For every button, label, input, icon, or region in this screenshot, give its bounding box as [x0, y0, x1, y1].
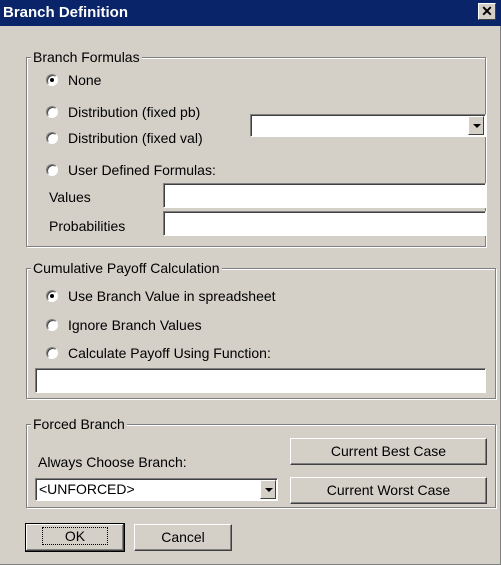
radio-calculate-payoff-label: Calculate Payoff Using Function: [68, 345, 271, 361]
probabilities-input[interactable] [163, 211, 486, 236]
branch-definition-dialog: Branch Definition ✕ Branch Formulas None… [0, 0, 501, 565]
radio-user-defined-formulas[interactable]: User Defined Formulas: [46, 161, 216, 179]
cancel-button[interactable]: Cancel [134, 524, 232, 551]
distribution-combo[interactable] [250, 114, 486, 137]
chevron-down-icon[interactable] [468, 116, 484, 135]
radio-distribution-fixed-pb-indicator[interactable] [46, 106, 58, 118]
radio-user-defined-indicator[interactable] [46, 164, 58, 176]
radio-none[interactable]: None [46, 71, 101, 89]
radio-distribution-fixed-val-label: Distribution (fixed val) [68, 130, 203, 146]
radio-distribution-fixed-pb-label: Distribution (fixed pb) [68, 104, 201, 120]
radio-ignore-branch-values-label: Ignore Branch Values [68, 317, 202, 333]
radio-distribution-fixed-val-indicator[interactable] [46, 132, 58, 144]
radio-use-branch-value-label: Use Branch Value in spreadsheet [68, 288, 276, 304]
current-best-case-button[interactable]: Current Best Case [290, 438, 487, 465]
radio-ignore-branch-values[interactable]: Ignore Branch Values [46, 316, 202, 334]
branch-formulas-group-label: Branch Formulas [31, 49, 142, 65]
ok-button-label: OK [41, 527, 109, 545]
always-choose-label: Always Choose Branch: [38, 454, 187, 470]
radio-none-indicator[interactable] [46, 74, 58, 86]
probabilities-label: Probabilities [49, 218, 126, 234]
forced-branch-combo[interactable]: <UNFORCED> [35, 478, 278, 501]
radio-distribution-fixed-pb[interactable]: Distribution (fixed pb) [46, 103, 200, 121]
radio-none-label: None [68, 72, 102, 88]
chevron-down-icon[interactable] [260, 480, 276, 499]
radio-user-defined-label: User Defined Formulas: [68, 162, 216, 178]
radio-calculate-payoff-indicator[interactable] [46, 347, 58, 359]
ok-button[interactable]: OK [25, 523, 125, 552]
payoff-function-input[interactable] [35, 368, 486, 393]
forced-branch-combo-value: <UNFORCED> [39, 481, 135, 497]
cumulative-payoff-group-label: Cumulative Payoff Calculation [31, 260, 222, 276]
radio-use-branch-value-indicator[interactable] [46, 290, 58, 302]
radio-use-branch-value[interactable]: Use Branch Value in spreadsheet [46, 287, 276, 305]
radio-ignore-branch-values-indicator[interactable] [46, 319, 58, 331]
current-worst-case-button[interactable]: Current Worst Case [290, 477, 487, 504]
radio-calculate-payoff-function[interactable]: Calculate Payoff Using Function: [46, 344, 271, 362]
window-title: Branch Definition [3, 4, 129, 21]
close-button[interactable]: ✕ [478, 3, 496, 20]
forced-branch-group-label: Forced Branch [31, 416, 127, 432]
title-bar: Branch Definition ✕ [0, 0, 501, 26]
values-label: Values [49, 189, 91, 205]
values-input[interactable] [163, 183, 486, 208]
radio-distribution-fixed-val[interactable]: Distribution (fixed val) [46, 129, 203, 147]
